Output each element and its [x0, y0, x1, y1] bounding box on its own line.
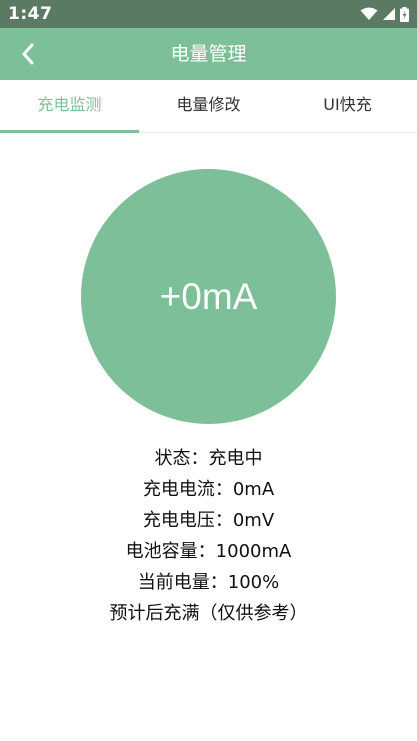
charge-info: 状态：充电中 充电电流：0mA 充电电压：0mV 电池容量：1000mA 当前电… [0, 443, 417, 629]
tab-ui-fast-charge[interactable]: UI快充 [278, 80, 417, 132]
tab-bar: 充电监测 电量修改 UI快充 [0, 80, 417, 133]
signal-icon [383, 8, 395, 20]
chevron-left-icon [22, 43, 34, 65]
wifi-icon [360, 7, 378, 20]
info-level: 当前电量：100% [137, 572, 280, 593]
info-estimate: 预计后充满（仅供参考） [109, 603, 308, 624]
status-bar: 1:47 [0, 0, 417, 28]
current-value: +0mA [159, 275, 258, 317]
info-voltage: 充电电压：0mV [142, 510, 275, 531]
info-capacity: 电池容量：1000mA [125, 541, 292, 562]
battery-charging-icon [400, 6, 409, 22]
app-bar: 电量管理 [0, 28, 417, 80]
status-icons [360, 6, 409, 22]
back-button[interactable] [10, 36, 46, 72]
status-time: 1:47 [8, 4, 53, 24]
page-title: 电量管理 [170, 43, 247, 65]
info-current: 充电电流：0mA [142, 479, 275, 500]
tab-indicator [0, 130, 139, 133]
info-status: 状态：充电中 [154, 448, 263, 469]
tab-charge-monitor[interactable]: 充电监测 [0, 80, 139, 132]
current-gauge: +0mA [81, 169, 336, 424]
tab-battery-modify[interactable]: 电量修改 [139, 80, 278, 132]
